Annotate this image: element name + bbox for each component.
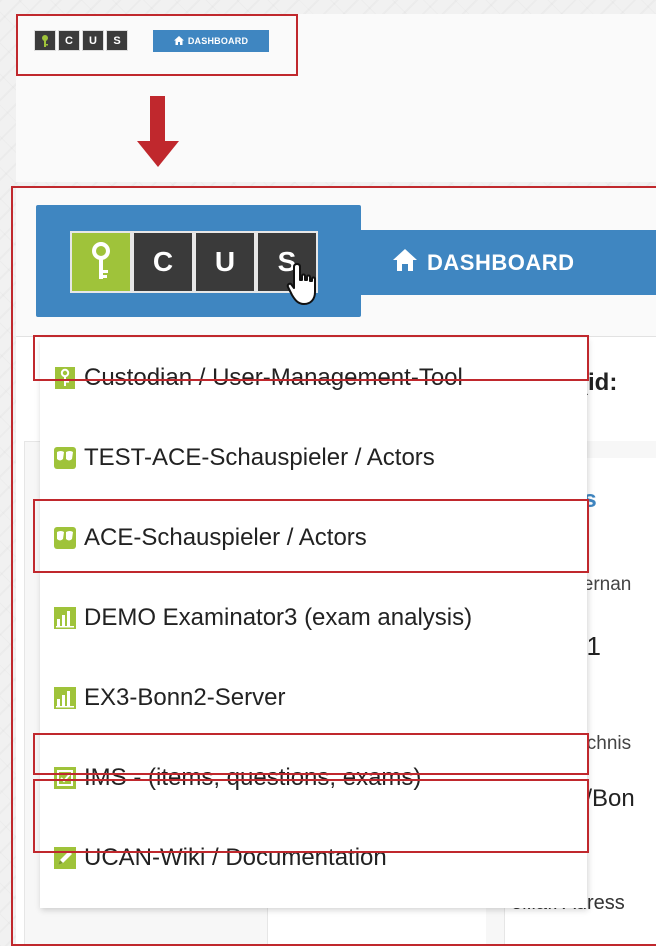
down-arrow-shaft xyxy=(150,96,165,142)
zoomed-outline xyxy=(11,186,656,946)
small-highlight-box xyxy=(16,14,298,76)
down-arrow-icon xyxy=(137,141,179,167)
